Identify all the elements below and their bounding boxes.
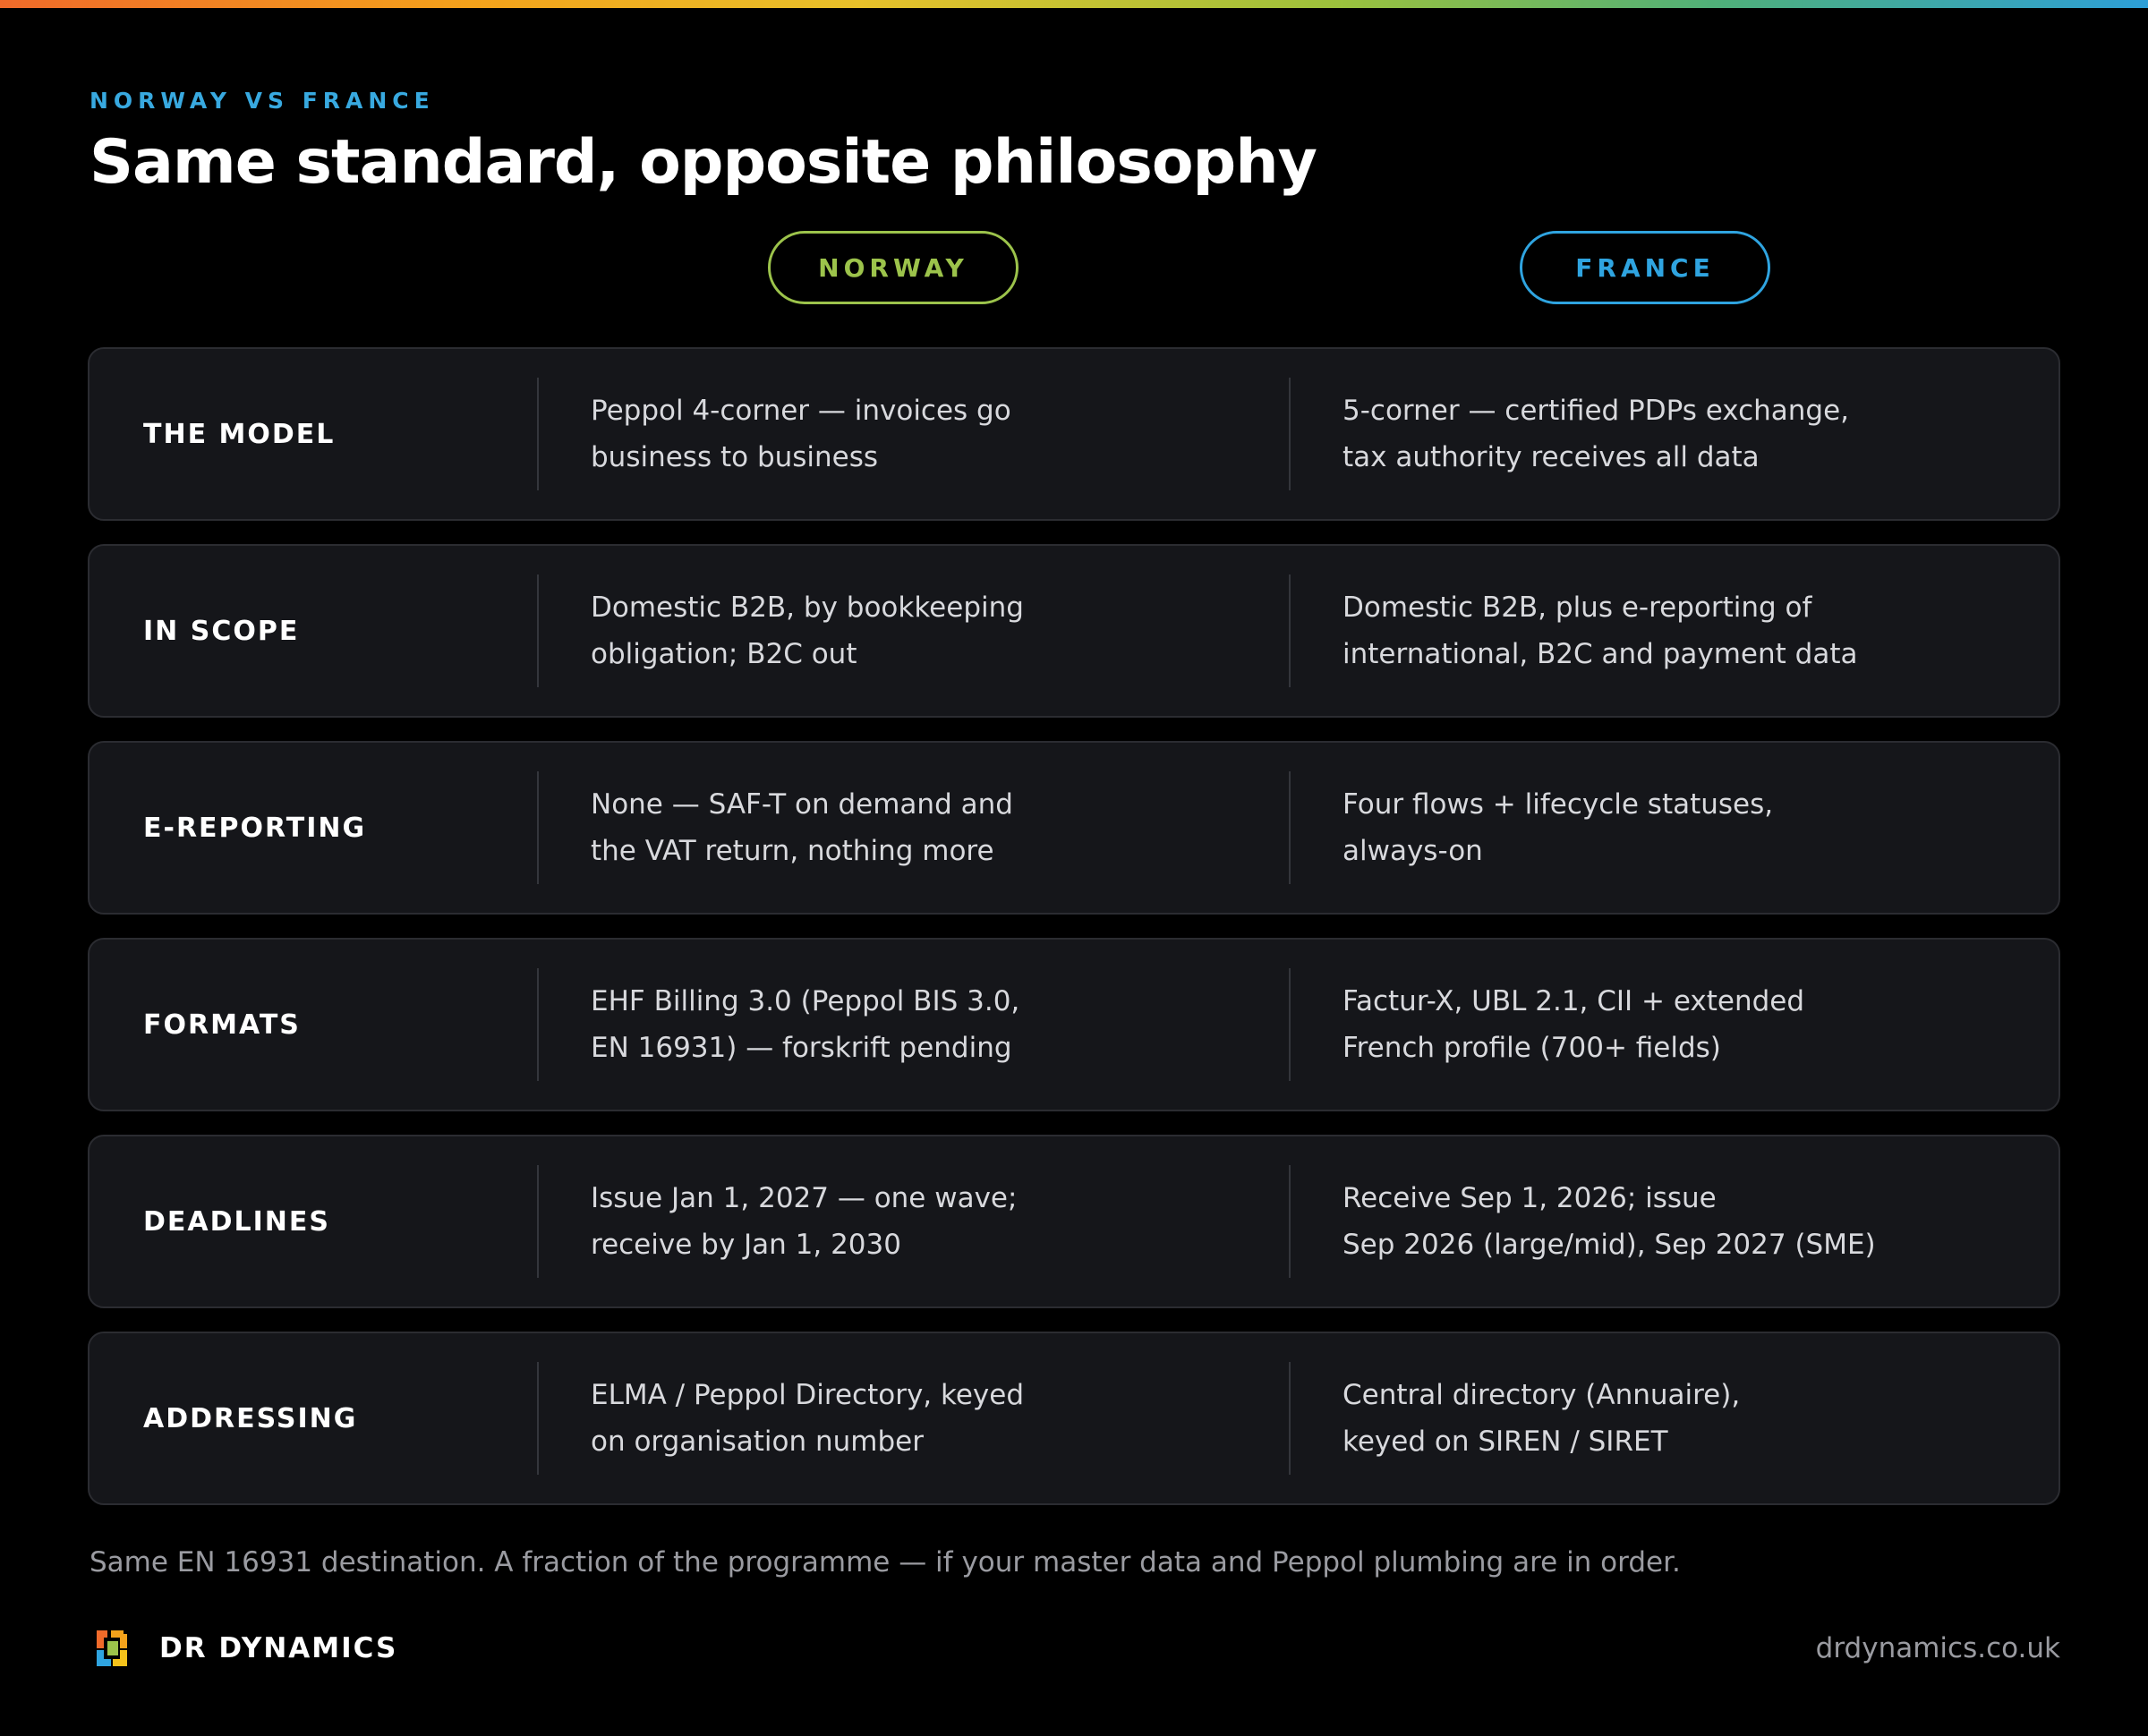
column-divider [1289, 1362, 1291, 1475]
eyebrow-label: NORWAY VS FRANCE [90, 88, 435, 114]
comparison-row-formats: FORMATS EHF Billing 3.0 (Peppol BIS 3.0,… [88, 938, 2060, 1111]
france-cell: Domestic B2B, plus e-reporting of intern… [1342, 546, 2005, 716]
comparison-row-deadlines: DEADLINES Issue Jan 1, 2027 — one wave; … [88, 1135, 2060, 1308]
norway-cell-line: Peppol 4-corner — invoices go [591, 395, 1011, 427]
row-label: FORMATS [143, 1008, 301, 1041]
france-cell-line: Domestic B2B, plus e-reporting of [1342, 591, 1812, 624]
france-cell-line: Four flows + lifecycle statuses, [1342, 788, 1774, 821]
norway-column-header: NORWAY [768, 231, 1019, 304]
page-title: Same standard, opposite philosophy [90, 127, 1317, 198]
france-cell: Factur-X, UBL 2.1, CII + extended French… [1342, 940, 2005, 1110]
norway-cell-line: receive by Jan 1, 2030 [591, 1229, 901, 1261]
norway-cell-line: None — SAF-T on demand and [591, 788, 1013, 821]
france-column-header: FRANCE [1520, 231, 1770, 304]
norway-cell-line: on organisation number [591, 1425, 924, 1458]
norway-cell: EHF Billing 3.0 (Peppol BIS 3.0, EN 1693… [591, 940, 1235, 1110]
dr-dynamics-logo-icon [97, 1630, 127, 1666]
france-cell-line: keyed on SIREN / SIRET [1342, 1425, 1668, 1458]
norway-cell: Domestic B2B, by bookkeeping obligation;… [591, 546, 1235, 716]
column-divider [1289, 574, 1291, 687]
france-cell: Central directory (Annuaire), keyed on S… [1342, 1333, 2005, 1503]
row-label: IN SCOPE [143, 615, 300, 647]
france-cell-line: Sep 2026 (large/mid), Sep 2027 (SME) [1342, 1229, 1876, 1261]
france-cell: Receive Sep 1, 2026; issue Sep 2026 (lar… [1342, 1136, 2005, 1306]
row-label: THE MODEL [143, 418, 336, 450]
france-cell: Four flows + lifecycle statuses, always-… [1342, 743, 2005, 913]
norway-cell-line: EHF Billing 3.0 (Peppol BIS 3.0, [591, 985, 1020, 1017]
comparison-row-model: THE MODEL Peppol 4-corner — invoices go … [88, 347, 2060, 521]
france-cell-line: Receive Sep 1, 2026; issue [1342, 1182, 1717, 1214]
france-cell-line: French profile (700+ fields) [1342, 1032, 1721, 1064]
row-label: DEADLINES [143, 1205, 331, 1238]
top-gradient-bar [0, 0, 2148, 8]
norway-cell-line: EN 16931) — forskrift pending [591, 1032, 1012, 1064]
france-cell: 5-corner — certified PDPs exchange, tax … [1342, 349, 2005, 519]
column-divider [537, 574, 539, 687]
norway-cell-line: ELMA / Peppol Directory, keyed [591, 1379, 1025, 1411]
row-label: E-REPORTING [143, 812, 367, 844]
footnote-text: Same EN 16931 destination. A fraction of… [90, 1546, 1681, 1579]
norway-cell: None — SAF-T on demand and the VAT retur… [591, 743, 1235, 913]
comparison-row-ereporting: E-REPORTING None — SAF-T on demand and t… [88, 741, 2060, 915]
france-cell-line: tax authority receives all data [1342, 441, 1760, 473]
norway-cell-line: obligation; B2C out [591, 638, 857, 670]
column-divider [1289, 378, 1291, 490]
norway-cell-line: the VAT return, nothing more [591, 835, 994, 867]
column-divider [1289, 968, 1291, 1081]
column-divider [1289, 771, 1291, 884]
column-divider [537, 1165, 539, 1278]
france-cell-line: international, B2C and payment data [1342, 638, 1858, 670]
norway-cell-line: business to business [591, 441, 879, 473]
france-cell-line: Factur-X, UBL 2.1, CII + extended [1342, 985, 1805, 1017]
norway-cell: Peppol 4-corner — invoices go business t… [591, 349, 1235, 519]
france-cell-line: 5-corner — certified PDPs exchange, [1342, 395, 1850, 427]
norway-cell-line: Domestic B2B, by bookkeeping [591, 591, 1024, 624]
column-divider [537, 968, 539, 1081]
norway-cell: ELMA / Peppol Directory, keyed on organi… [591, 1333, 1235, 1503]
brand-lockup: DR DYNAMICS [93, 1627, 397, 1670]
norway-cell: Issue Jan 1, 2027 — one wave; receive by… [591, 1136, 1235, 1306]
france-cell-line: Central directory (Annuaire), [1342, 1379, 1741, 1411]
website-url[interactable]: drdynamics.co.uk [1816, 1632, 2060, 1664]
column-divider [537, 1362, 539, 1475]
column-divider [1289, 1165, 1291, 1278]
row-label: ADDRESSING [143, 1402, 358, 1434]
brand-name: DR DYNAMICS [159, 1632, 398, 1664]
column-divider [537, 378, 539, 490]
norway-cell-line: Issue Jan 1, 2027 — one wave; [591, 1182, 1018, 1214]
column-divider [537, 771, 539, 884]
france-cell-line: always-on [1342, 835, 1483, 867]
comparison-row-scope: IN SCOPE Domestic B2B, by bookkeeping ob… [88, 544, 2060, 718]
comparison-row-addressing: ADDRESSING ELMA / Peppol Directory, keye… [88, 1332, 2060, 1505]
